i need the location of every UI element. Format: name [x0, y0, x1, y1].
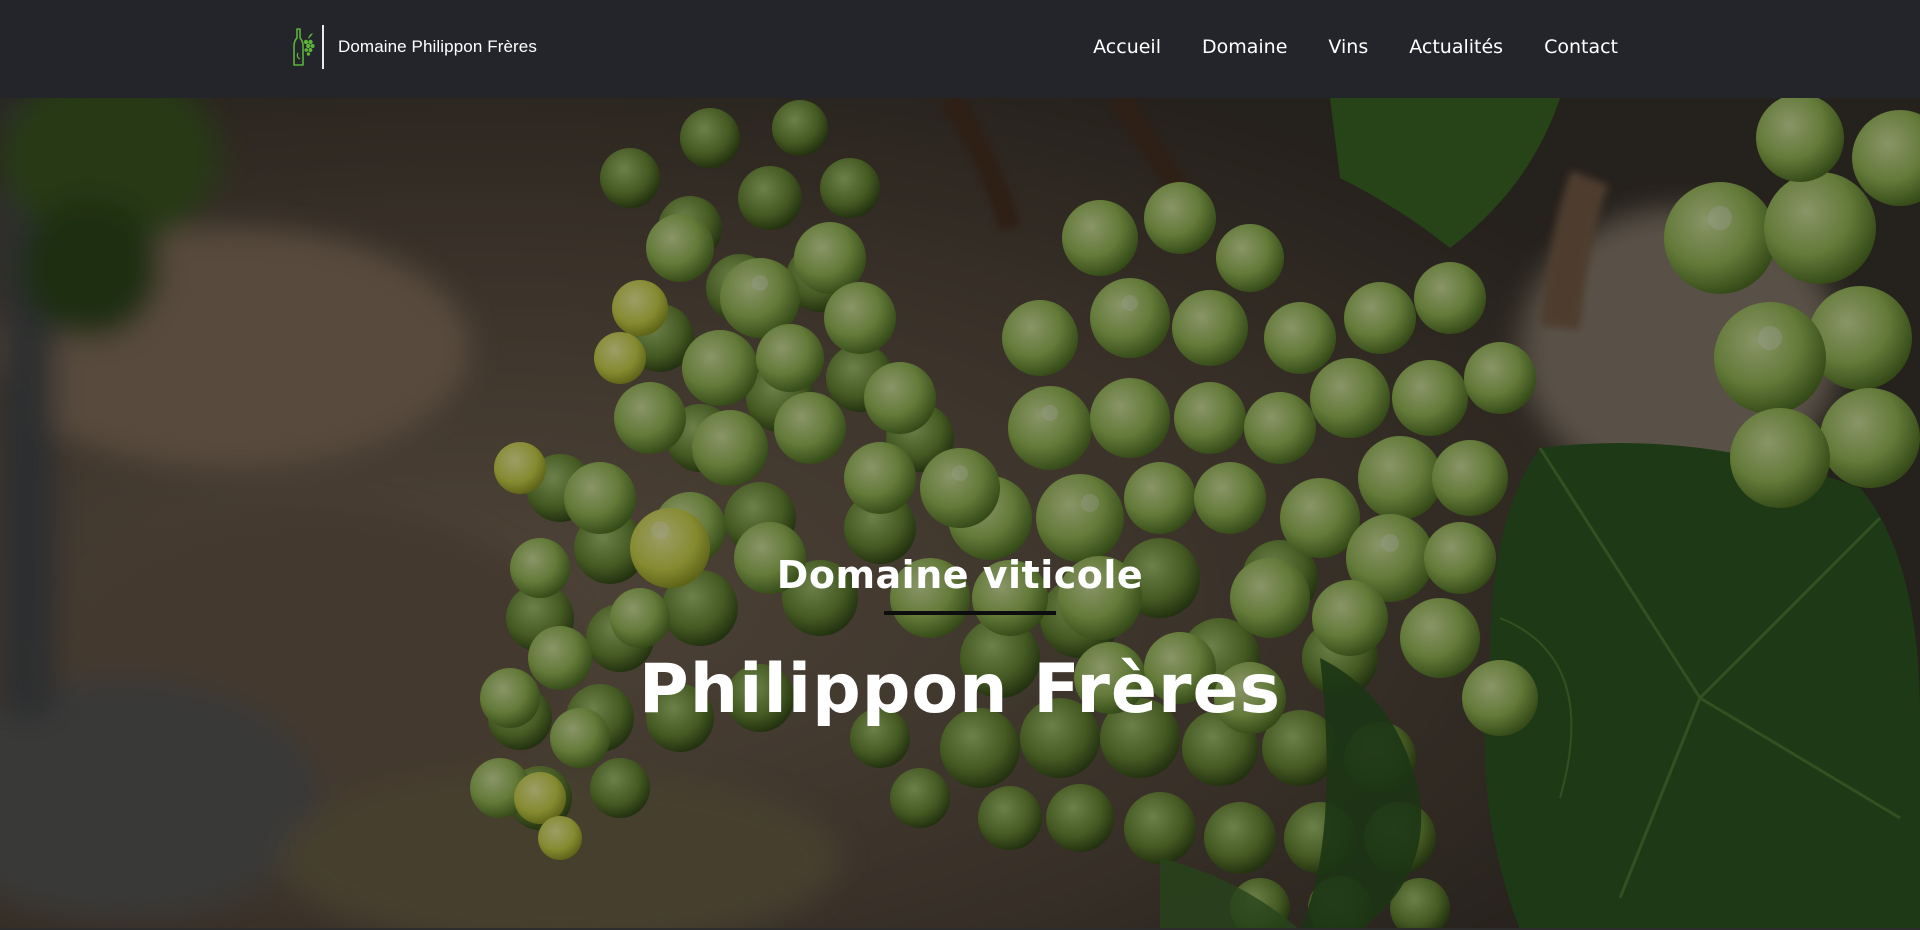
brand-home-link[interactable]: Domaine Philippon Frères — [288, 24, 537, 70]
site-header: Domaine Philippon Frères Accueil Domaine… — [0, 0, 1920, 98]
hero-title: Philippon Frères — [638, 650, 1282, 729]
hero-divider — [884, 611, 1056, 615]
main-nav: Accueil Domaine Vins Actualités Contact — [1052, 28, 1618, 66]
hero-subtitle: Domaine viticole — [776, 553, 1144, 597]
hero-banner: Domaine viticole Philippon Frères — [0, 98, 1920, 930]
brand-divider — [322, 25, 324, 69]
nav-item-vins[interactable]: Vins — [1328, 28, 1368, 66]
wine-bottle-grapes-icon — [293, 28, 315, 66]
hero-dark-overlay — [0, 98, 1920, 930]
nav-item-domaine[interactable]: Domaine — [1202, 28, 1287, 66]
nav-item-contact[interactable]: Contact — [1544, 28, 1618, 66]
brand-name[interactable]: Domaine Philippon Frères — [338, 37, 537, 57]
nav-item-actualites[interactable]: Actualités — [1409, 28, 1503, 66]
nav-item-accueil[interactable]: Accueil — [1093, 28, 1161, 66]
